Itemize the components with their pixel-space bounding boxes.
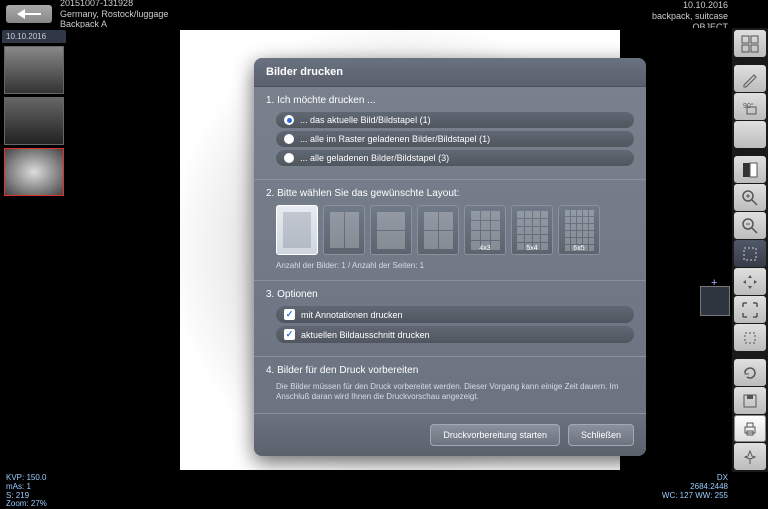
radio-icon	[284, 153, 294, 163]
print-option-check[interactable]: ✓ mit Annotationen drucken	[276, 306, 634, 323]
print-scope-option[interactable]: ... alle im Raster geladenen Bilder/Bild…	[276, 131, 634, 147]
section-4-desc: Die Bilder müssen für den Druck vorberei…	[276, 382, 634, 403]
layout-option[interactable]: 4x3	[464, 205, 506, 255]
checkbox-icon: ✓	[284, 309, 295, 320]
section-1-head: 1. Ich möchte drucken ...	[266, 95, 634, 106]
layout-option[interactable]	[276, 205, 318, 255]
layout-counts: Anzahl der Bilder: 1 / Anzahl der Seiten…	[276, 261, 634, 270]
dialog-title: Bilder drucken	[254, 58, 646, 87]
svg-text:90°: 90°	[743, 102, 754, 110]
save-icon[interactable]	[734, 387, 766, 414]
radio-label: ... das aktuelle Bild/Bildstapel (1)	[300, 115, 431, 125]
layout-option[interactable]: 6x5	[558, 205, 600, 255]
checkbox-label: aktuellen Bildausschnitt drucken	[301, 330, 430, 340]
print-dialog: Bilder drucken 1. Ich möchte drucken ...…	[254, 58, 646, 456]
thumbnail[interactable]	[4, 46, 64, 94]
right-toolbar: 90°	[732, 28, 768, 472]
rotate-icon[interactable]: 90°	[734, 93, 766, 120]
radio-icon	[284, 134, 294, 144]
thumbnail[interactable]	[4, 97, 64, 145]
reset-icon[interactable]	[734, 359, 766, 386]
print-scope-option[interactable]: ... das aktuelle Bild/Bildstapel (1)	[276, 112, 634, 128]
radio-label: ... alle im Raster geladenen Bilder/Bild…	[300, 134, 490, 144]
layout-label: 4x3	[479, 245, 490, 252]
close-button[interactable]: Schließen	[568, 424, 634, 446]
nav-marker[interactable]	[700, 286, 730, 316]
move-icon[interactable]	[734, 268, 766, 295]
grid-icon[interactable]	[734, 30, 766, 57]
print-scope-option[interactable]: ... alle geladenen Bilder/Bildstapel (3)	[276, 150, 634, 166]
zoom-in-icon[interactable]	[734, 184, 766, 211]
layout-label: 5x4	[526, 245, 537, 252]
header-info-right: 10.10.2016 backpack, suitcase OBJECT	[652, 0, 768, 28]
section-3-head: 3. Optionen	[266, 289, 634, 300]
start-button[interactable]: Druckvorbereitung starten	[430, 424, 560, 446]
pen-icon[interactable]	[734, 65, 766, 92]
crop-icon[interactable]	[734, 324, 766, 351]
thumb-date-tab[interactable]: 10.10.2016	[2, 30, 66, 43]
section-4-head: 4. Bilder für den Druck vorbereiten	[266, 365, 634, 376]
checkbox-icon: ✓	[284, 329, 295, 340]
contrast-icon[interactable]	[734, 156, 766, 183]
layout-option[interactable]	[370, 205, 412, 255]
radio-icon	[284, 115, 294, 125]
layout-option[interactable]: 5x4	[511, 205, 553, 255]
layout-label: 6x5	[573, 245, 584, 252]
thumbnail[interactable]	[4, 148, 64, 196]
section-2-head: 2. Bitte wählen Sie das gewünschte Layou…	[266, 188, 634, 199]
session-id: 20151007-131928	[60, 0, 168, 9]
window-value: WC: 127 WW: 255	[662, 492, 728, 501]
header-tags: backpack, suitcase	[652, 11, 728, 22]
header-info-left: 20151007-131928 Germany, Rostock/luggage…	[60, 0, 168, 30]
zoom-out-icon[interactable]	[734, 212, 766, 239]
footer-left: KVP: 150.0 mAs: 1 S: 219 Zoom: 27%	[6, 474, 47, 498]
header-date: 10.10.2016	[652, 0, 728, 11]
footer-right: DX 2684:2448 WC: 127 WW: 255	[662, 474, 728, 498]
back-button[interactable]	[6, 5, 52, 23]
print-icon[interactable]	[734, 415, 766, 442]
zoom-value: Zoom: 27%	[6, 500, 47, 509]
checkbox-label: mit Annotationen drucken	[301, 310, 403, 320]
thumbnail-strip: 10.10.2016	[0, 28, 68, 472]
layout-option[interactable]	[417, 205, 459, 255]
print-option-check[interactable]: ✓ aktuellen Bildausschnitt drucken	[276, 326, 634, 343]
pin-icon[interactable]	[734, 443, 766, 470]
fullscreen-icon[interactable]	[734, 296, 766, 323]
blank-tool[interactable]	[734, 121, 766, 148]
fit-icon[interactable]	[734, 240, 766, 267]
location: Germany, Rostock/luggage	[60, 9, 168, 20]
layout-option[interactable]	[323, 205, 365, 255]
radio-label: ... alle geladenen Bilder/Bildstapel (3)	[300, 153, 449, 163]
